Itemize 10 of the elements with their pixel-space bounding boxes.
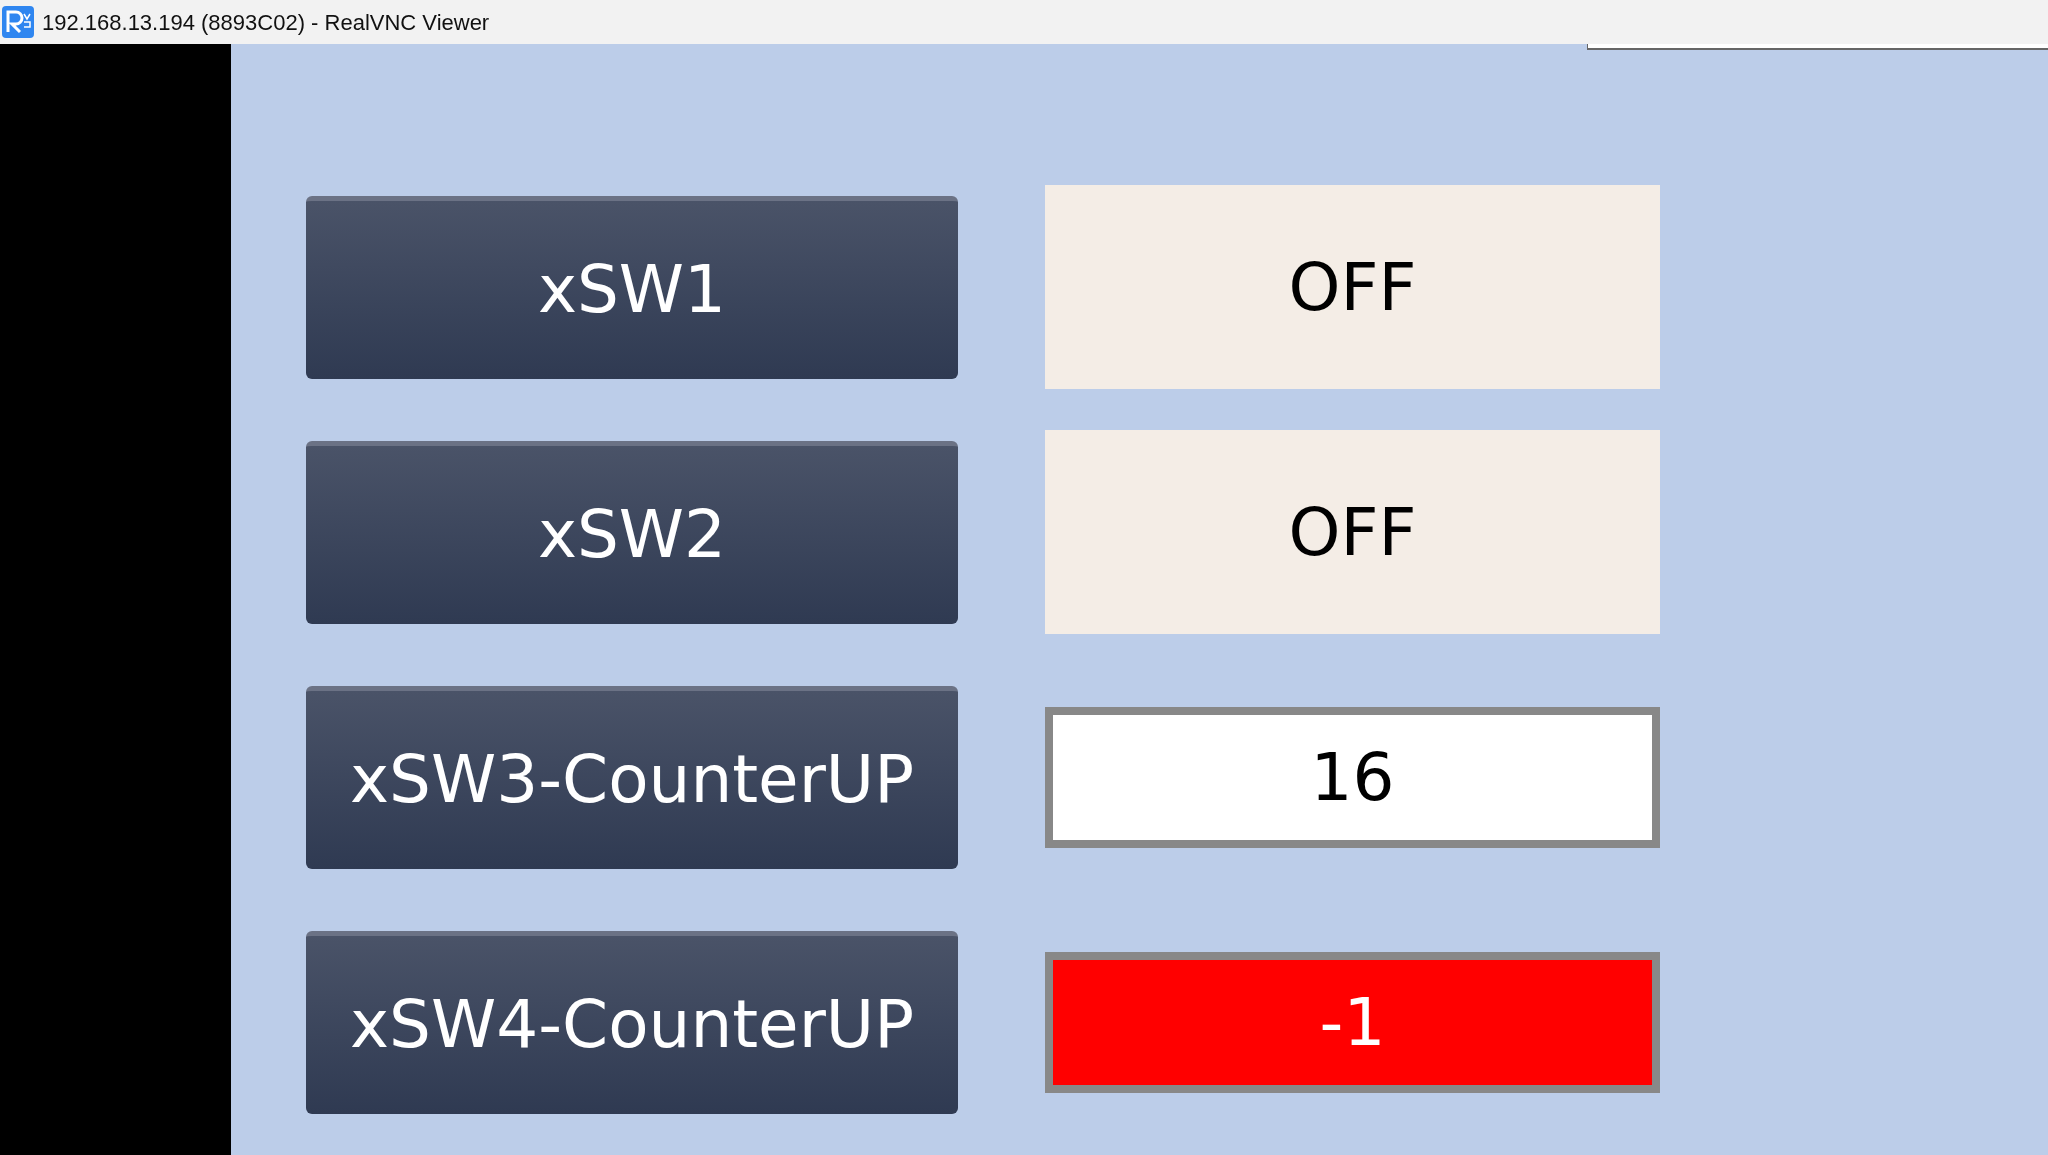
value-display: OFF (1045, 185, 1660, 389)
window-title: 192.168.13.194 (8893C02) - RealVNC Viewer (42, 8, 490, 37)
switch-button[interactable]: xSW1 (306, 195, 958, 379)
switch-button[interactable]: xSW4-CounterUP (306, 930, 958, 1114)
switch-button[interactable]: xSW3-CounterUP (306, 685, 958, 869)
switch-button[interactable]: xSW2 (306, 440, 958, 624)
value-display: -1 (1045, 951, 1660, 1093)
value-display: OFF (1045, 430, 1660, 634)
value-display: 16 (1045, 706, 1660, 848)
app-logo-icon (2, 6, 34, 38)
